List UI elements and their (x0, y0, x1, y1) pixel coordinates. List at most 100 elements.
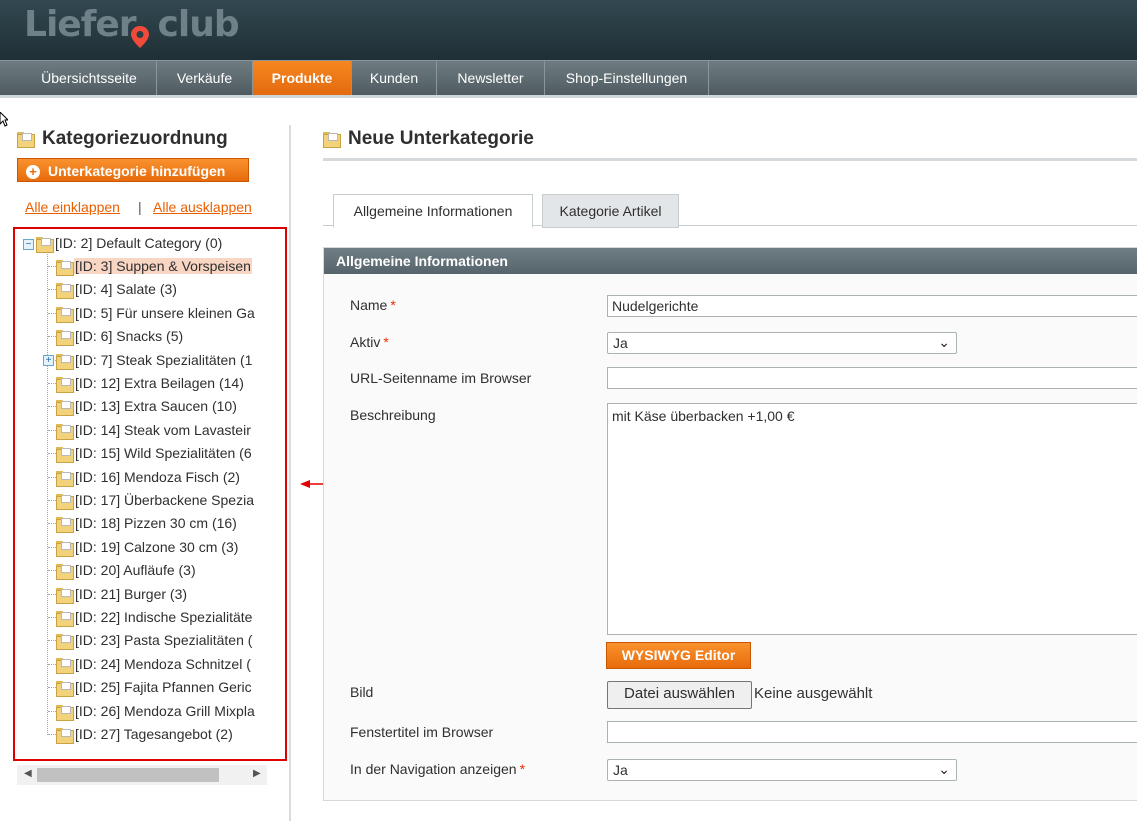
tree-item[interactable]: [ID: 18] Pizzen 30 cm (16) (56, 512, 238, 534)
folder-icon (56, 447, 74, 464)
tree-connector (48, 640, 56, 641)
folder-icon (56, 541, 74, 558)
tree-item[interactable]: [ID: 26] Mendoza Grill Mixpla (56, 700, 256, 722)
tree-connector (48, 594, 56, 595)
tree-root-item[interactable]: [ID: 2] Default Category (0) (36, 232, 223, 254)
wysiwyg-editor-button[interactable]: WYSIWYG Editor (606, 642, 751, 669)
scroll-thumb[interactable] (37, 768, 219, 782)
tree-item[interactable]: [ID: 21] Burger (3) (56, 583, 188, 605)
folder-icon (56, 517, 74, 534)
folder-icon (56, 307, 74, 324)
tree-connector (48, 687, 56, 688)
title-divider (323, 158, 1137, 161)
active-select[interactable]: Ja ⌄ (607, 332, 957, 354)
folder-icon (56, 588, 74, 605)
tree-item-label: [ID: 26] Mendoza Grill Mixpla (75, 703, 255, 719)
chevron-down-icon: ⌄ (938, 761, 950, 777)
tree-connector (48, 547, 56, 548)
tree-connector (48, 523, 56, 524)
nav-products[interactable]: Produkte (253, 61, 352, 95)
tab-category-products[interactable]: Kategorie Artikel (542, 194, 679, 228)
choose-file-button[interactable]: Datei auswählen (607, 681, 752, 709)
tree-item[interactable]: [ID: 12] Extra Beilagen (14) (56, 372, 245, 394)
tree-item[interactable]: [ID: 3] Suppen & Vorspeisen (56, 255, 252, 277)
tree-item-label: [ID: 19] Calzone 30 cm (3) (75, 539, 239, 555)
app-header: Liefer club (0, 0, 1137, 60)
active-label: Aktiv * (350, 334, 389, 350)
tree-item[interactable]: [ID: 19] Calzone 30 cm (3) (56, 536, 239, 558)
nav-customers[interactable]: Kunden (352, 61, 437, 95)
category-assignment-title: Kategoriezuordnung (42, 128, 228, 149)
window-title-label: Fenstertitel im Browser (350, 724, 494, 740)
general-info-form: Allgemeine Informationen Name * Nudelgeri… (323, 247, 1137, 801)
tree-item[interactable]: [ID: 25] Fajita Pfannen Geric (56, 676, 253, 698)
nav-newsletter[interactable]: Newsletter (437, 61, 545, 95)
tree-connector (48, 570, 56, 571)
tree-item[interactable]: [ID: 6] Snacks (5) (56, 325, 184, 347)
tree-item[interactable]: [ID: 23] Pasta Spezialitäten ( (56, 629, 253, 651)
window-title-input[interactable] (607, 721, 1137, 743)
folder-icon (56, 330, 74, 347)
nav-overview[interactable]: Übersichtsseite (22, 61, 157, 95)
url-key-input[interactable] (607, 367, 1137, 389)
tree-connector (48, 430, 56, 431)
nav-shop-settings[interactable]: Shop-Einstellungen (545, 61, 709, 95)
link-separator: | (138, 199, 142, 215)
tree-item[interactable]: [ID: 27] Tagesangebot (2) (56, 723, 234, 745)
logo-text-left: Liefer (24, 4, 137, 45)
form-section-header: Allgemeine Informationen (324, 248, 1137, 274)
tab-general-info[interactable]: Allgemeine Informationen (333, 194, 533, 228)
tree-item-label: [ID: 17] Überbackene Spezia (75, 492, 254, 508)
scroll-left-icon[interactable]: ◀ (24, 768, 32, 779)
description-textarea[interactable]: mit Käse überbacken +1,00 € (607, 403, 1137, 635)
tree-item[interactable]: [ID: 14] Steak vom Lavasteir (56, 419, 252, 441)
scroll-right-icon[interactable]: ▶ (253, 768, 261, 779)
logo[interactable]: Liefer club (24, 4, 240, 48)
tree-item[interactable]: [ID: 15] Wild Spezialitäten (6 (56, 442, 253, 464)
tree-item[interactable]: [ID: 16] Mendoza Fisch (2) (56, 466, 241, 488)
expand-all-link[interactable]: Alle ausklappen (153, 199, 252, 215)
tree-item[interactable]: [ID: 7] Steak Spezialitäten (1 (56, 349, 253, 371)
tree-connector (47, 249, 48, 735)
tree-horizontal-scrollbar[interactable]: ◀ ▶ (17, 765, 267, 785)
folder-icon (56, 705, 74, 722)
folder-icon (56, 424, 74, 441)
expand-icon[interactable]: + (43, 355, 54, 366)
add-subcategory-button[interactable]: + Unterkategorie hinzufügen (17, 158, 249, 182)
folder-icon (56, 400, 74, 417)
folder-icon (56, 471, 74, 488)
in-navigation-select[interactable]: Ja ⌄ (607, 759, 957, 781)
tree-connector (48, 406, 56, 407)
tree-item-label: [ID: 23] Pasta Spezialitäten ( (75, 632, 253, 648)
tree-item[interactable]: [ID: 20] Aufläufe (3) (56, 559, 197, 581)
nav-sales[interactable]: Verkäufe (157, 61, 253, 95)
folder-icon (56, 658, 74, 675)
folder-icon (56, 728, 74, 745)
in-navigation-label: In der Navigation anzeigen * (350, 761, 526, 777)
tree-item[interactable]: [ID: 17] Überbackene Spezia (56, 489, 255, 511)
image-label: Bild (350, 684, 374, 700)
tree-connector (48, 734, 56, 735)
tree-item[interactable]: [ID: 13] Extra Saucen (10) (56, 395, 238, 417)
tree-item-label: [ID: 24] Mendoza Schnitzel ( (75, 656, 251, 672)
tree-item[interactable]: [ID: 24] Mendoza Schnitzel ( (56, 653, 252, 675)
collapse-icon[interactable]: − (23, 239, 34, 250)
tree-item-label: [ID: 22] Indische Spezialitäte (75, 609, 253, 625)
folder-icon (56, 634, 74, 651)
tree-connector (48, 313, 56, 314)
name-input[interactable]: Nudelgerichte (607, 295, 1137, 317)
tree-item[interactable]: [ID: 22] Indische Spezialitäte (56, 606, 253, 628)
category-tree: − [ID: 2] Default Category (0) [ID: 3] S… (13, 227, 287, 761)
collapse-all-link[interactable]: Alle einklappen (25, 199, 120, 215)
tree-item-label: [ID: 4] Salate (3) (75, 281, 177, 297)
location-pin-icon (131, 26, 149, 48)
tree-item[interactable]: [ID: 5] Für unsere kleinen Ga (56, 302, 256, 324)
folder-icon (56, 354, 74, 371)
tree-item[interactable]: [ID: 4] Salate (3) (56, 278, 178, 300)
url-key-label: URL-Seitenname im Browser (350, 370, 532, 386)
add-icon: + (26, 165, 40, 180)
logo-text-right: club (157, 4, 240, 45)
description-label: Beschreibung (350, 407, 436, 423)
mouse-cursor-icon (0, 112, 8, 127)
tree-item-label: [ID: 7] Steak Spezialitäten (1 (75, 352, 253, 368)
